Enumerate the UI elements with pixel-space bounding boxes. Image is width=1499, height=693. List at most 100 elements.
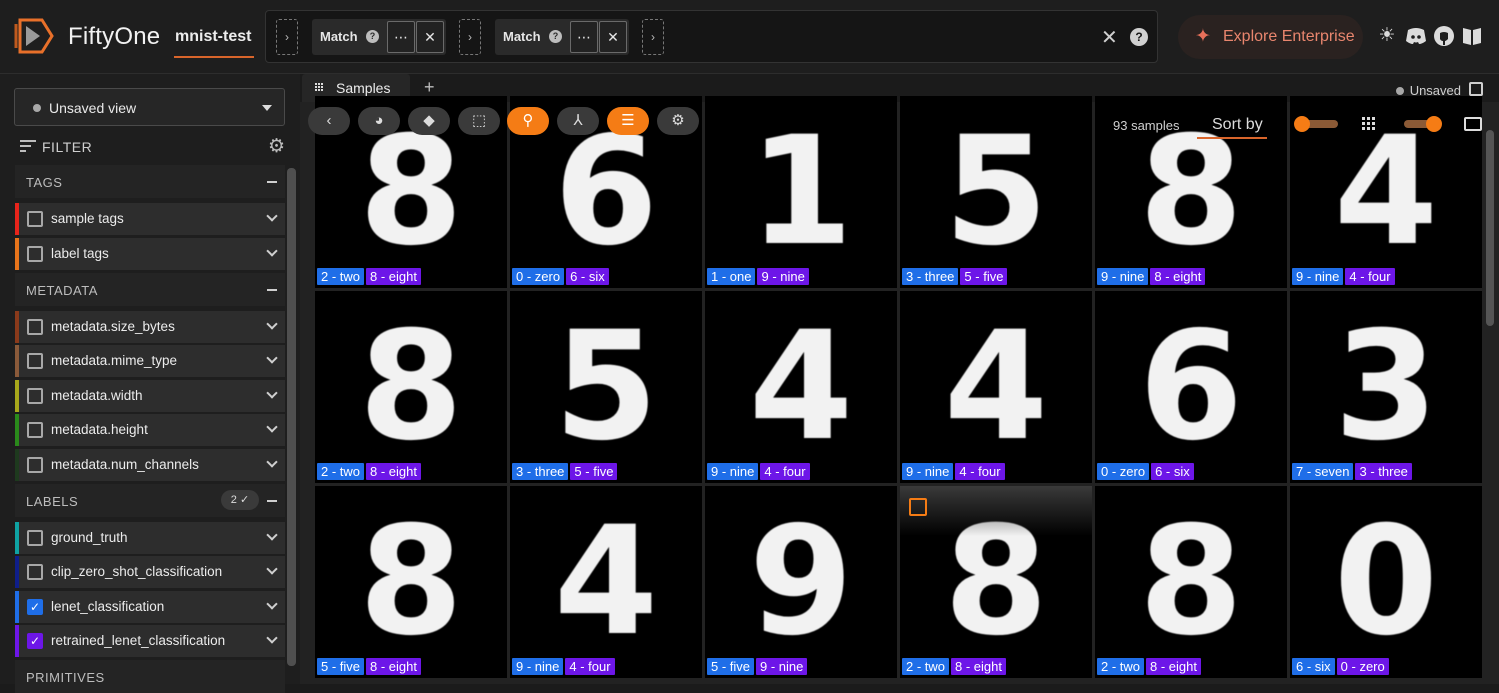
zoom-slider[interactable] <box>1294 116 1338 132</box>
sample-tile[interactable]: 49 - nine 4 - four <box>900 291 1092 483</box>
lenet-label-pill[interactable]: 3 - three <box>512 463 569 480</box>
add-stage-button[interactable]: › <box>642 19 664 55</box>
lenet-label-pill[interactable]: 9 - nine <box>1097 268 1149 285</box>
dataset-selector[interactable]: mnist-test <box>175 28 251 46</box>
sample-tile[interactable]: 60 - zero 6 - six <box>1095 291 1287 483</box>
field-checkbox-checked[interactable]: ✓ <box>27 599 43 615</box>
retrained-label-pill[interactable]: 6 - six <box>1151 463 1194 480</box>
sort-by-selector[interactable]: Sort by <box>1212 116 1263 134</box>
field-checkbox[interactable] <box>27 353 43 369</box>
lenet-label-pill[interactable]: 2 - two <box>902 658 950 675</box>
field-checkbox[interactable] <box>27 564 43 580</box>
clear-view-icon[interactable]: ✕ <box>1101 25 1118 50</box>
field-checkbox-checked[interactable]: ✓ <box>27 633 43 649</box>
lenet-label-pill[interactable]: 9 - nine <box>707 463 759 480</box>
retrained-label-pill[interactable]: 3 - three <box>1355 463 1412 480</box>
sidebar-scrollbar[interactable] <box>287 168 296 666</box>
retrained-label-pill[interactable]: 4 - four <box>760 463 810 480</box>
retrained-label-pill[interactable]: 4 - four <box>955 463 1005 480</box>
field-metadata-height[interactable]: metadata.height <box>15 414 285 446</box>
saved-view-selector[interactable]: Unsaved view <box>14 88 285 126</box>
lenet-label-pill[interactable]: 5 - five <box>317 658 365 675</box>
layout-icon[interactable] <box>1469 82 1483 96</box>
grid-scrollbar[interactable] <box>1486 130 1494 326</box>
add-stage-button[interactable]: › <box>276 19 298 55</box>
retrained-label-pill[interactable]: 8 - eight <box>366 463 421 480</box>
discord-icon[interactable] <box>1404 24 1428 48</box>
section-primitives[interactable]: PRIMITIVES <box>15 660 285 693</box>
chevron-down-icon[interactable] <box>266 632 278 644</box>
field-retrained-lenet-classification[interactable]: ✓ retrained_lenet_classification <box>15 625 285 657</box>
lenet-label-pill[interactable]: 9 - nine <box>1292 268 1344 285</box>
retrained-label-pill[interactable]: 9 - nine <box>756 658 808 675</box>
retrained-label-pill[interactable]: 8 - eight <box>366 268 421 285</box>
help-icon[interactable]: ? <box>1130 28 1148 46</box>
field-metadata-size-bytes[interactable]: metadata.size_bytes <box>15 311 285 343</box>
retrained-label-pill[interactable]: 6 - six <box>566 268 609 285</box>
field-metadata-num-channels[interactable]: metadata.num_channels <box>15 449 285 481</box>
section-labels[interactable]: LABELS 2 ✓ <box>15 484 285 517</box>
field-checkbox[interactable] <box>27 457 43 473</box>
chevron-down-icon[interactable] <box>266 210 278 222</box>
sun-icon[interactable]: ☀ <box>1375 24 1399 48</box>
chevron-down-icon[interactable] <box>266 456 278 468</box>
collapse-icon[interactable] <box>267 289 277 291</box>
field-checkbox[interactable] <box>27 211 43 227</box>
collapse-icon[interactable] <box>267 181 277 183</box>
lenet-label-pill[interactable]: 2 - two <box>317 268 365 285</box>
lenet-label-pill[interactable]: 0 - zero <box>1097 463 1150 480</box>
retrained-label-pill[interactable]: 8 - eight <box>366 658 421 675</box>
view-stage-match-2[interactable]: Match ? ⋯ ✕ <box>495 19 629 55</box>
field-checkbox[interactable] <box>27 530 43 546</box>
select-checkbox[interactable] <box>909 498 927 516</box>
field-checkbox[interactable] <box>27 319 43 335</box>
collapse-icon[interactable] <box>267 500 277 502</box>
retrained-label-pill[interactable]: 5 - five <box>960 268 1008 285</box>
retrained-label-pill[interactable]: 8 - eight <box>1146 658 1201 675</box>
view-stage-match-1[interactable]: Match ? ⋯ ✕ <box>312 19 446 55</box>
field-checkbox[interactable] <box>27 388 43 404</box>
retrained-label-pill[interactable]: 9 - nine <box>757 268 809 285</box>
slider-knob[interactable] <box>1426 116 1442 132</box>
help-icon[interactable]: ? <box>366 30 379 43</box>
palette-icon[interactable]: ◕ <box>358 107 400 135</box>
section-tags[interactable]: TAGS <box>15 165 285 198</box>
lenet-label-pill[interactable]: 9 - nine <box>512 658 564 675</box>
sample-tile[interactable]: 85 - five 8 - eight <box>315 486 507 678</box>
sample-tile[interactable]: 37 - seven 3 - three <box>1290 291 1482 483</box>
chevron-down-icon[interactable] <box>266 387 278 399</box>
explore-enterprise-button[interactable]: ✦ Explore Enterprise <box>1178 15 1363 59</box>
sample-tile[interactable]: 53 - three 5 - five <box>510 291 702 483</box>
select-icon[interactable]: ⬚ <box>458 107 500 135</box>
field-metadata-mime-type[interactable]: metadata.mime_type <box>15 345 285 377</box>
lenet-label-pill[interactable]: 0 - zero <box>512 268 565 285</box>
close-icon[interactable]: ✕ <box>599 21 627 53</box>
field-metadata-width[interactable]: metadata.width <box>15 380 285 412</box>
lenet-label-pill[interactable]: 5 - five <box>707 658 755 675</box>
lenet-label-pill[interactable]: 7 - seven <box>1292 463 1354 480</box>
merge-icon[interactable]: ⅄ <box>557 107 599 135</box>
close-icon[interactable]: ✕ <box>416 21 444 53</box>
retrained-label-pill[interactable]: 4 - four <box>1345 268 1395 285</box>
list-icon[interactable]: ☰ <box>607 107 649 135</box>
add-panel-button[interactable]: + <box>424 77 435 98</box>
back-icon[interactable]: ‹ <box>308 107 350 135</box>
chevron-down-icon[interactable] <box>266 318 278 330</box>
sample-tile[interactable]: 11 - one 9 - nine <box>705 96 897 288</box>
sample-tile[interactable]: 49 - nine 4 - four <box>510 486 702 678</box>
book-icon[interactable] <box>1460 24 1484 48</box>
lenet-label-pill[interactable]: 3 - three <box>902 268 959 285</box>
sample-tile[interactable]: 82 - two 8 - eight <box>900 486 1092 678</box>
search-icon[interactable]: ⚲ <box>507 107 549 135</box>
field-label-tags[interactable]: label tags <box>15 238 285 270</box>
sample-tile[interactable]: 53 - three 5 - five <box>900 96 1092 288</box>
retrained-label-pill[interactable]: 8 - eight <box>1150 268 1206 285</box>
sample-tile[interactable]: 82 - two 8 - eight <box>1095 486 1287 678</box>
field-sample-tags[interactable]: sample tags <box>15 203 285 235</box>
grid-view-icon[interactable] <box>1362 117 1377 131</box>
chevron-down-icon[interactable] <box>266 421 278 433</box>
chevron-down-icon[interactable] <box>266 245 278 257</box>
chevron-down-icon[interactable] <box>266 529 278 541</box>
sample-tile[interactable]: 49 - nine 4 - four <box>705 291 897 483</box>
gear-icon[interactable]: ⚙ <box>268 135 285 158</box>
